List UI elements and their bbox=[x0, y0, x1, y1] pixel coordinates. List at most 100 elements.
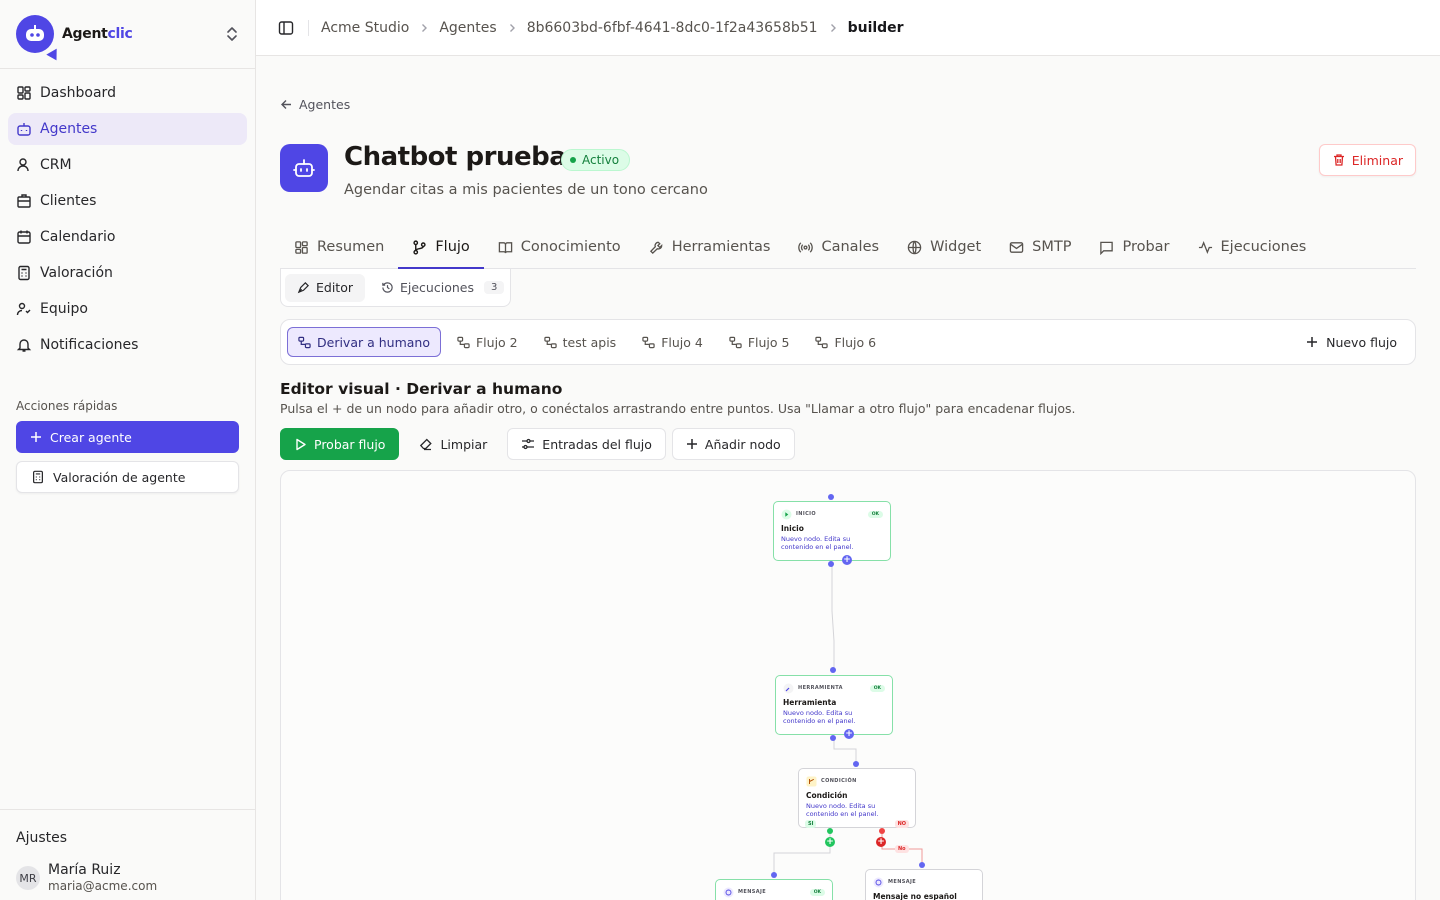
status-badge: Activo bbox=[561, 149, 631, 171]
connector-dot-no[interactable] bbox=[879, 828, 885, 834]
user-profile[interactable]: MR María Ruiz maria@acme.com bbox=[0, 858, 255, 900]
connector-dot[interactable] bbox=[828, 561, 834, 567]
node-mensaje-no-espanol[interactable]: MENSAJE Mensaje no español bbox=[865, 869, 983, 900]
node-type: MENSAJE bbox=[888, 879, 917, 885]
flow-tab-derivar-a-humano[interactable]: Derivar a humano bbox=[287, 327, 441, 357]
create-agent-button[interactable]: Crear agente bbox=[16, 421, 239, 453]
sidebar-item-clientes[interactable]: Clientes bbox=[8, 185, 247, 217]
brand[interactable]: Agentclic bbox=[0, 0, 255, 69]
back-link[interactable]: Agentes bbox=[280, 96, 1416, 112]
flow-tab-test-apis[interactable]: test apis bbox=[534, 327, 627, 357]
sidebar-item-calendario[interactable]: Calendario bbox=[8, 221, 247, 253]
delete-button[interactable]: Eliminar bbox=[1318, 144, 1416, 176]
sidebar-footer: Ajustes MR María Ruiz maria@acme.com bbox=[0, 809, 255, 900]
wrench-icon bbox=[649, 240, 664, 255]
git-branch-icon bbox=[412, 239, 427, 255]
sidebar-toggle-icon[interactable] bbox=[278, 20, 294, 36]
node-mensaje[interactable]: MENSAJE OK bbox=[715, 879, 833, 900]
add-node-plus-icon[interactable]: + bbox=[842, 555, 852, 565]
building-icon bbox=[16, 193, 32, 209]
wrench-icon bbox=[783, 683, 794, 694]
page-title: Chatbot pruebas bbox=[344, 142, 582, 172]
trash-icon bbox=[1332, 153, 1346, 167]
flow-inputs-button[interactable]: Entradas del flujo bbox=[507, 428, 666, 460]
add-node-plus-icon[interactable]: + bbox=[844, 729, 854, 739]
main-content: Agentes Chatbot pruebas Activo Agendar c… bbox=[256, 56, 1440, 900]
connector-dot[interactable] bbox=[830, 735, 836, 741]
tab-widget[interactable]: Widget bbox=[893, 226, 995, 268]
calculator-icon bbox=[16, 265, 32, 281]
history-icon bbox=[381, 281, 394, 294]
new-flow-button[interactable]: Nuevo flujo bbox=[1306, 328, 1397, 356]
settings-label: Ajustes bbox=[16, 830, 68, 846]
editor-hint: Pulsa el + de un nodo para añadir otro, … bbox=[280, 401, 1076, 416]
connector-dot[interactable] bbox=[830, 667, 836, 673]
calculator-icon bbox=[31, 470, 45, 484]
sidebar-item-notificaciones[interactable]: Notificaciones bbox=[8, 329, 247, 361]
message-square-icon bbox=[1099, 240, 1114, 255]
node-title: Inicio bbox=[781, 524, 804, 533]
play-icon bbox=[294, 438, 307, 451]
tab-flujo[interactable]: Flujo bbox=[398, 226, 485, 269]
flow-tab-flujo-4[interactable]: Flujo 4 bbox=[632, 327, 713, 357]
activity-icon bbox=[1198, 240, 1213, 255]
flow-tab-flujo-2[interactable]: Flujo 2 bbox=[447, 327, 528, 357]
test-flow-button[interactable]: Probar flujo bbox=[280, 428, 400, 460]
add-node-plus-icon[interactable]: + bbox=[876, 837, 886, 847]
breadcrumb-item[interactable]: Acme Studio bbox=[321, 20, 409, 36]
node-type: CONDICIÓN bbox=[821, 778, 857, 784]
connector-dot-yes[interactable] bbox=[827, 828, 833, 834]
node-status-badge: OK bbox=[867, 510, 883, 518]
tab-ejecuciones[interactable]: Ejecuciones bbox=[1184, 226, 1321, 268]
connector-dot[interactable] bbox=[771, 872, 777, 878]
add-node-button[interactable]: Añadir nodo bbox=[671, 428, 795, 460]
users-icon bbox=[16, 157, 32, 173]
breadcrumb: Acme Studio Agentes 8b6603bd-6fbf-4641-8… bbox=[321, 20, 904, 36]
node-description: Nuevo nodo. Edita su contenido en el pan… bbox=[783, 709, 856, 725]
breadcrumb-item[interactable]: Agentes bbox=[439, 20, 496, 36]
node-inicio[interactable]: INICIO OK Inicio Nuevo nodo. Edita su co… bbox=[773, 501, 891, 561]
add-node-plus-icon[interactable]: + bbox=[825, 837, 835, 847]
tab-probar[interactable]: Probar bbox=[1085, 226, 1183, 268]
flow-tab-flujo-5[interactable]: Flujo 5 bbox=[719, 327, 800, 357]
sidebar-item-label: Clientes bbox=[40, 193, 97, 209]
message-icon bbox=[723, 887, 734, 898]
play-icon bbox=[781, 509, 792, 520]
sidebar-item-agentes[interactable]: Agentes bbox=[8, 113, 247, 145]
flow-tab-flujo-6[interactable]: Flujo 6 bbox=[805, 327, 886, 357]
tab-canales[interactable]: Canales bbox=[784, 226, 893, 268]
connector-dot[interactable] bbox=[853, 761, 859, 767]
brand-name: Agentclic bbox=[62, 26, 133, 42]
node-type: INICIO bbox=[796, 511, 817, 517]
settings-link[interactable]: Ajustes bbox=[8, 822, 247, 854]
bot-icon bbox=[280, 144, 328, 192]
node-condicion[interactable]: CONDICIÓN Condición Nuevo nodo. Edita su… bbox=[798, 768, 916, 828]
tab-conocimiento[interactable]: Conocimiento bbox=[484, 226, 635, 268]
chevrons-up-down-icon[interactable] bbox=[225, 26, 239, 42]
flow-canvas[interactable]: INICIO OK Inicio Nuevo nodo. Edita su co… bbox=[280, 470, 1416, 900]
breadcrumb-item[interactable]: 8b6603bd-6fbf-4641-8dc0-1f2a43658b51 bbox=[527, 20, 818, 36]
connector-dot[interactable] bbox=[919, 862, 925, 868]
edge-label-no: No bbox=[895, 845, 909, 853]
tab-resumen[interactable]: Resumen bbox=[280, 226, 398, 268]
node-status-badge: OK bbox=[809, 888, 825, 896]
plus-icon bbox=[1306, 336, 1318, 348]
quick-actions-title: Acciones rápidas bbox=[16, 399, 118, 413]
sidebar-item-valoracion[interactable]: Valoración bbox=[8, 257, 247, 289]
sidebar-item-label: Equipo bbox=[40, 301, 88, 317]
agent-valuation-button[interactable]: Valoración de agente bbox=[16, 461, 239, 493]
sidebar-item-label: Notificaciones bbox=[40, 337, 139, 353]
yes-branch-label: SI bbox=[805, 820, 817, 828]
avatar: MR bbox=[16, 866, 40, 890]
tab-herramientas[interactable]: Herramientas bbox=[635, 226, 785, 268]
node-herramienta[interactable]: HERRAMIENTA OK Herramienta Nuevo nodo. E… bbox=[775, 675, 893, 735]
subtab-ejecuciones[interactable]: Ejecuciones 3 bbox=[369, 274, 516, 302]
clear-button[interactable]: Limpiar bbox=[405, 428, 501, 460]
sidebar-item-dashboard[interactable]: Dashboard bbox=[8, 77, 247, 109]
sidebar-item-equipo[interactable]: Equipo bbox=[8, 293, 247, 325]
sidebar-item-crm[interactable]: CRM bbox=[8, 149, 247, 181]
tab-smtp[interactable]: SMTP bbox=[995, 226, 1085, 268]
node-type: MENSAJE bbox=[738, 889, 767, 895]
connector-dot[interactable] bbox=[828, 494, 834, 500]
subtab-editor[interactable]: Editor bbox=[285, 273, 365, 302]
